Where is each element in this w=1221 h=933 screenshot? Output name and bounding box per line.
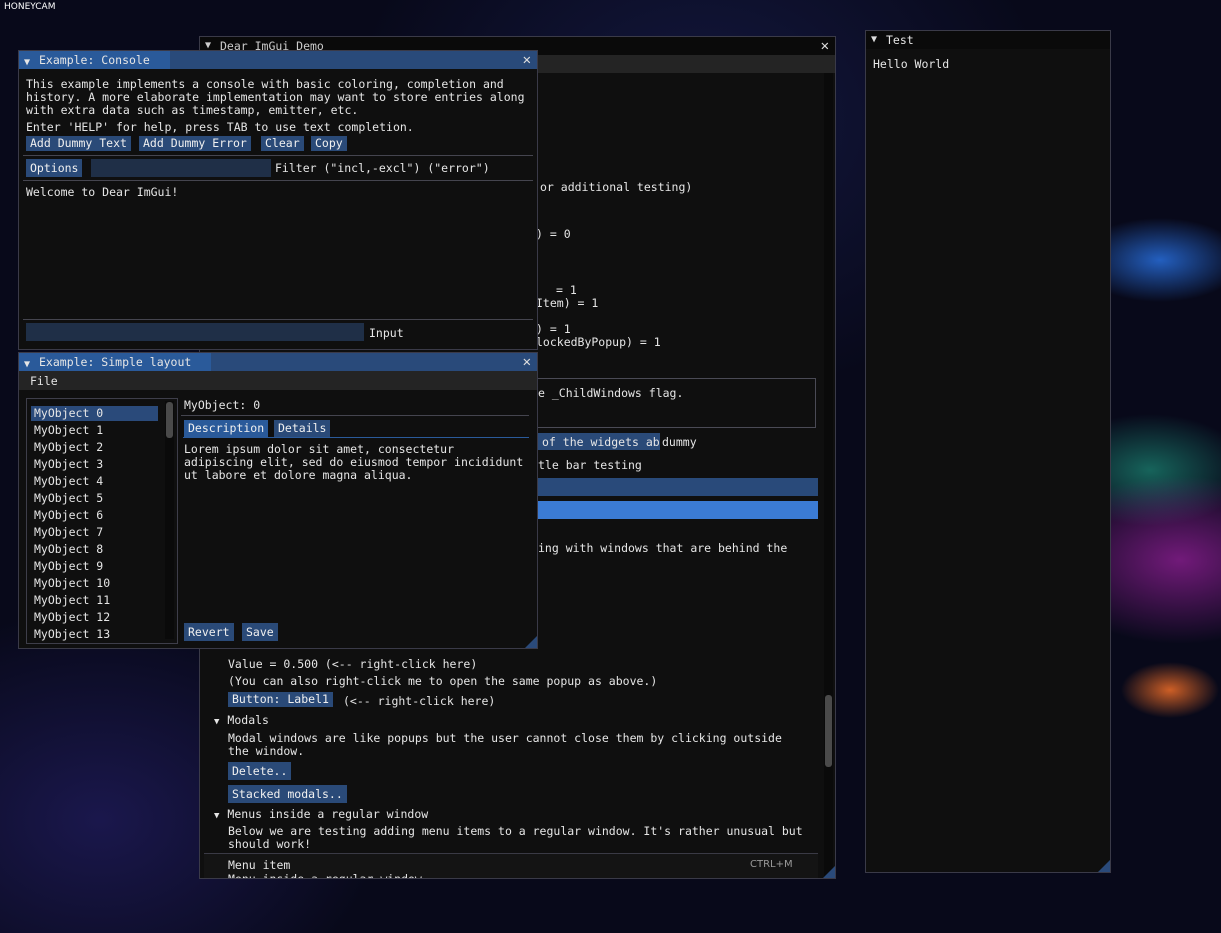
- add-dummy-text-button[interactable]: Add Dummy Text: [26, 136, 131, 151]
- test-title: Test: [886, 33, 914, 47]
- menus-header-label: Menus inside a regular window: [227, 807, 429, 821]
- layout-titlebar[interactable]: ▼ Example: Simple layout ✕: [19, 353, 537, 371]
- close-icon[interactable]: ✕: [523, 353, 531, 371]
- list-item[interactable]: MyObject 6: [34, 508, 103, 522]
- clear-button[interactable]: Clear: [261, 136, 304, 151]
- list-item[interactable]: MyObject 2: [34, 440, 103, 454]
- resize-grip[interactable]: [525, 636, 537, 648]
- list-row-bar-selected[interactable]: [536, 501, 818, 519]
- list-item[interactable]: MyObject 5: [34, 491, 103, 505]
- lorem-text: ut labore et dolore magna aliqua.: [184, 468, 413, 482]
- menu-file[interactable]: File: [30, 374, 58, 388]
- resize-grip[interactable]: [1098, 860, 1110, 872]
- close-icon[interactable]: ✕: [523, 51, 531, 69]
- label1-button[interactable]: Button: Label1: [228, 692, 333, 707]
- scrollbar-thumb[interactable]: [825, 695, 832, 767]
- list-item[interactable]: MyObject 1: [34, 423, 103, 437]
- copy-button[interactable]: Copy: [311, 136, 347, 151]
- console-desc: history. A more elaborate implementation…: [26, 90, 525, 104]
- demo-line: ) = 1: [536, 322, 571, 336]
- console-desc: This example implements a console with b…: [26, 77, 504, 91]
- lorem-text: adipiscing elit, sed do eiusmod tempor i…: [184, 455, 524, 469]
- modals-header[interactable]: ▼ Modals: [214, 713, 269, 727]
- console-log-region[interactable]: [23, 181, 533, 319]
- lorem-text: Lorem ipsum dolor sit amet, consectetur: [184, 442, 455, 456]
- menu-shortcut: CTRL+M: [750, 859, 793, 870]
- demo-line: of the widgets ab: [542, 435, 660, 449]
- list-item[interactable]: MyObject 4: [34, 474, 103, 488]
- caret-down-icon: ▼: [214, 811, 220, 821]
- list-scrollbar-thumb[interactable]: [166, 402, 173, 438]
- list-item[interactable]: MyObject 9: [34, 559, 103, 573]
- options-button[interactable]: Options: [26, 159, 83, 177]
- layout-title: Example: Simple layout: [39, 355, 192, 369]
- menus-header[interactable]: ▼ Menus inside a regular window: [214, 807, 428, 821]
- modals-desc: Modal windows are like popups but the us…: [228, 731, 782, 745]
- collapse-icon[interactable]: ▼: [871, 34, 877, 45]
- list-item[interactable]: MyObject 7: [34, 525, 103, 539]
- simple-layout-window[interactable]: ▼ Example: Simple layout ✕ File MyObject…: [18, 352, 538, 649]
- delete-button[interactable]: Delete..: [228, 762, 292, 780]
- watermark: HONEYCAM: [4, 2, 56, 12]
- hello-text: Hello World: [873, 57, 950, 71]
- object-list[interactable]: MyObject 0 MyObject 1 MyObject 2 MyObject 3…: [26, 398, 178, 644]
- test-window[interactable]: ▼ Test Hello World: [865, 30, 1111, 873]
- input-label: Input: [369, 326, 404, 340]
- modals-header-label: Modals: [227, 713, 269, 727]
- add-dummy-error-button[interactable]: Add Dummy Error: [139, 136, 251, 151]
- collapse-icon[interactable]: ▼: [24, 54, 30, 72]
- context-value[interactable]: Value = 0.500 (<-- right-click here): [228, 657, 477, 671]
- close-icon[interactable]: ✕: [821, 37, 829, 55]
- list-item[interactable]: MyObject 11: [34, 593, 110, 607]
- console-tab[interactable]: ▼ Example: Console: [19, 51, 170, 69]
- console-log-line: Welcome to Dear ImGui!: [26, 185, 179, 199]
- detail-title: MyObject: 0: [184, 398, 261, 412]
- stacked-modals-button[interactable]: Stacked modals..: [228, 785, 347, 803]
- revert-button[interactable]: Revert: [184, 623, 234, 641]
- separator: [23, 155, 533, 156]
- list-item[interactable]: MyObject 3: [34, 457, 103, 471]
- save-button[interactable]: Save: [242, 623, 278, 641]
- list-item[interactable]: MyObject 12: [34, 610, 110, 624]
- list-item[interactable]: MyObject 8: [34, 542, 103, 556]
- demo-line: lockedByPopup) = 1: [536, 335, 661, 349]
- console-desc: with extra data such as timestamp, emitt…: [26, 103, 359, 117]
- test-titlebar[interactable]: ▼ Test: [866, 31, 1110, 49]
- menu-item-cut[interactable]: Menu inside a regular window: [228, 874, 422, 878]
- menus-desc: should work!: [228, 837, 312, 851]
- layout-menubar: File: [19, 371, 537, 390]
- list-item[interactable]: MyObject 0: [34, 406, 103, 420]
- demo-line: ing with windows that are behind the: [538, 541, 788, 555]
- console-window[interactable]: ▼ Example: Console ✕ This example implem…: [18, 50, 538, 350]
- label-hint: (<-- right-click here): [343, 694, 496, 708]
- layout-tab[interactable]: ▼ Example: Simple layout: [19, 353, 212, 371]
- caret-down-icon: ▼: [214, 717, 220, 727]
- demo-line: tle bar testing: [538, 458, 642, 472]
- dummy-label: dummy: [662, 435, 697, 449]
- list-item[interactable]: MyObject 13: [34, 627, 110, 641]
- menus-desc: Below we are testing adding menu items t…: [228, 824, 803, 838]
- demo-line: ) = 0: [536, 227, 571, 241]
- resize-grip[interactable]: [823, 866, 835, 878]
- demo-line: Item) = 1: [536, 296, 599, 310]
- console-help: Enter 'HELP' for help, press TAB to use …: [26, 120, 414, 134]
- menu-item[interactable]: Menu item: [228, 858, 290, 872]
- demo-line: or additional testing): [540, 180, 693, 194]
- list-row-bar[interactable]: [536, 478, 818, 496]
- tab-details[interactable]: Details: [274, 420, 331, 437]
- console-titlebar[interactable]: ▼ Example: Console ✕: [19, 51, 537, 69]
- modals-desc: the window.: [228, 744, 305, 758]
- console-title: Example: Console: [39, 53, 150, 67]
- separator: [23, 319, 533, 320]
- demo-line: e _ChildWindows flag.: [538, 386, 684, 400]
- filter-label: Filter ("incl,-excl") ("error"): [275, 161, 490, 175]
- list-item[interactable]: MyObject 10: [34, 576, 110, 590]
- tab-underline: [183, 437, 529, 438]
- context-hint[interactable]: (You can also right-click me to open the…: [228, 674, 657, 688]
- tab-description[interactable]: Description: [184, 420, 269, 437]
- separator: [181, 415, 529, 416]
- filter-input[interactable]: [91, 159, 271, 177]
- console-input[interactable]: [26, 323, 364, 341]
- demo-line: = 1: [556, 283, 577, 297]
